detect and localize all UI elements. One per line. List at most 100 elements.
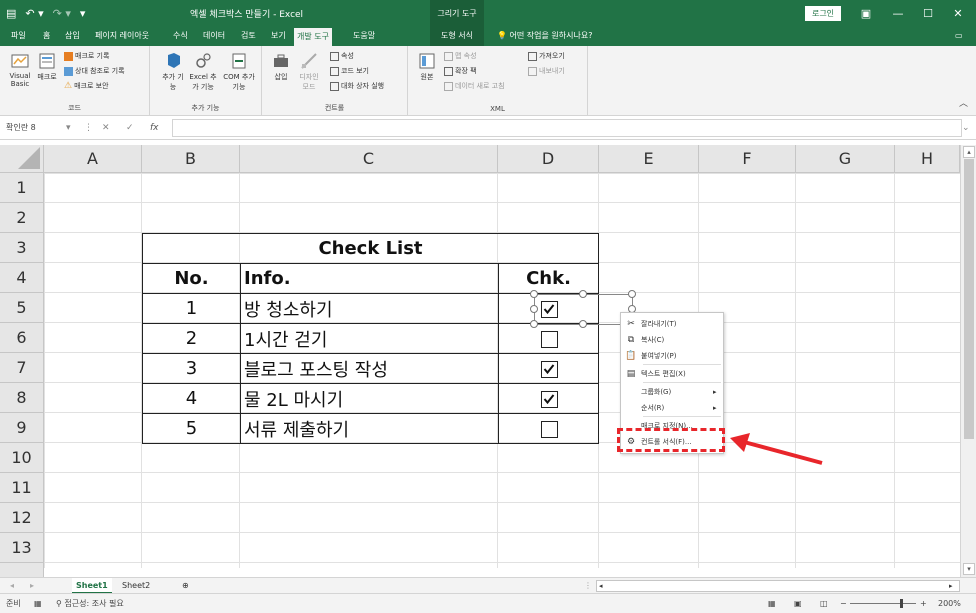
row-header-1[interactable]: 1 xyxy=(0,173,44,203)
row-header-14-partial[interactable] xyxy=(0,563,44,577)
refresh-data-button[interactable]: 데이터 새로 고침 xyxy=(444,81,505,91)
next-sheet-icon[interactable]: ▸ xyxy=(26,578,38,594)
record-macro-button[interactable]: 매크로 기록 xyxy=(64,51,109,61)
macro-record-icon[interactable]: ▦ xyxy=(34,594,42,613)
sheet-tab-2[interactable]: Sheet2 xyxy=(118,578,154,594)
column-header-c[interactable]: C xyxy=(240,145,498,173)
tab-home[interactable]: 홈 xyxy=(40,26,53,46)
xml-import-button[interactable]: 가져오기 xyxy=(528,51,565,61)
menu-item-cut[interactable]: ✂ 잘라내기(T) xyxy=(621,316,723,331)
row-header-13[interactable]: 13 xyxy=(0,533,44,563)
expand-formula-bar-icon[interactable]: ⌄ xyxy=(962,120,970,136)
run-dialog-button[interactable]: 대화 상자 실행 xyxy=(330,81,384,91)
tab-file[interactable]: 파일 xyxy=(8,26,29,46)
add-ins-button[interactable]: 추가 기능 xyxy=(160,52,186,92)
zoom-slider-track[interactable] xyxy=(850,603,916,604)
row-header-4[interactable]: 4 xyxy=(0,263,44,293)
redo-icon[interactable]: ↷ ▾ xyxy=(53,7,71,20)
horizontal-scrollbar[interactable]: ◂ ▸ xyxy=(596,580,960,592)
minimize-icon[interactable]: — xyxy=(884,0,912,26)
resize-handle-tl[interactable] xyxy=(530,290,538,298)
page-layout-view-icon[interactable]: ▣ xyxy=(794,594,802,613)
row-header-5[interactable]: 5 xyxy=(0,293,44,323)
row-header-3[interactable]: 3 xyxy=(0,233,44,263)
scroll-up-icon[interactable]: ▴ xyxy=(963,146,975,158)
prev-sheet-icon[interactable]: ◂ xyxy=(6,578,18,594)
relative-reference-button[interactable]: 상대 참조로 기록 xyxy=(64,66,125,76)
accessibility-status[interactable]: ⚲ 접근성: 조사 필요 xyxy=(56,594,124,613)
row-header-12[interactable]: 12 xyxy=(0,503,44,533)
scroll-down-icon[interactable]: ▾ xyxy=(963,563,975,575)
collapse-ribbon-icon[interactable]: ︿ xyxy=(959,96,968,109)
menu-item-edit-text[interactable]: ▤ 텍스트 편집(X) xyxy=(621,366,723,381)
formula-input[interactable] xyxy=(172,119,962,137)
scroll-left-icon[interactable]: ◂ xyxy=(599,582,607,590)
tell-me-search[interactable]: 💡 어떤 작업을 원하시나요? xyxy=(494,26,595,46)
com-add-ins-button[interactable]: COM 추가 기능 xyxy=(222,52,256,92)
name-box[interactable]: 확인란 8 xyxy=(4,120,64,136)
tab-shape-format[interactable]: 도형 서식 xyxy=(430,26,484,46)
column-header-b[interactable]: B xyxy=(142,145,240,173)
insert-control-button[interactable]: 삽입 xyxy=(270,52,292,82)
resize-handle-bl[interactable] xyxy=(530,320,538,328)
vertical-scroll-thumb[interactable] xyxy=(964,159,974,439)
select-all-button[interactable] xyxy=(0,145,44,173)
resize-handle-b[interactable] xyxy=(579,320,587,328)
row-header-10[interactable]: 10 xyxy=(0,443,44,473)
tab-split-handle[interactable]: ⋮ xyxy=(580,578,596,594)
resize-handle-t[interactable] xyxy=(579,290,587,298)
sheet-tab-1[interactable]: Sheet1 xyxy=(72,578,112,594)
insert-function-icon[interactable]: fx xyxy=(150,120,159,136)
tab-view[interactable]: 보기 xyxy=(268,26,289,46)
xml-export-button[interactable]: 내보내기 xyxy=(528,66,565,76)
enter-icon[interactable]: ✓ xyxy=(126,120,134,136)
resize-handle-tr[interactable] xyxy=(628,290,636,298)
row-header-9[interactable]: 9 xyxy=(0,413,44,443)
checkbox-5[interactable] xyxy=(541,421,558,438)
comments-icon[interactable]: ▭ xyxy=(952,26,966,46)
checkbox-2[interactable] xyxy=(541,331,558,348)
column-header-d[interactable]: D xyxy=(498,145,599,173)
close-icon[interactable]: ✕ xyxy=(944,0,972,26)
zoom-out-icon[interactable]: − xyxy=(840,594,847,613)
ribbon-display-icon[interactable]: ▣ xyxy=(852,0,880,26)
tab-data[interactable]: 데이터 xyxy=(200,26,228,46)
zoom-level[interactable]: 200% xyxy=(938,594,961,613)
tab-formulas[interactable]: 수식 xyxy=(170,26,191,46)
zoom-in-icon[interactable]: + xyxy=(920,594,927,613)
checkbox-1[interactable] xyxy=(541,301,558,318)
menu-item-order[interactable]: 순서(R) ▸ xyxy=(621,400,723,415)
checkbox-4[interactable] xyxy=(541,391,558,408)
scroll-right-icon[interactable]: ▸ xyxy=(949,582,957,590)
view-code-button[interactable]: 코드 보기 xyxy=(330,66,369,76)
menu-item-copy[interactable]: ⧉ 복사(C) xyxy=(621,332,723,347)
column-header-a[interactable]: A xyxy=(44,145,142,173)
column-header-h[interactable]: H xyxy=(895,145,960,173)
page-break-view-icon[interactable]: ◫ xyxy=(820,594,828,613)
row-header-2[interactable]: 2 xyxy=(0,203,44,233)
maximize-icon[interactable]: ☐ xyxy=(914,0,942,26)
tab-developer[interactable]: 개발 도구 xyxy=(294,28,332,46)
column-header-f[interactable]: F xyxy=(699,145,796,173)
row-header-6[interactable]: 6 xyxy=(0,323,44,353)
row-header-8[interactable]: 8 xyxy=(0,383,44,413)
undo-icon[interactable]: ↶ ▾ xyxy=(25,7,43,20)
design-mode-button[interactable]: 디자인 모드 xyxy=(296,52,322,92)
menu-item-group[interactable]: 그룹화(G) ▸ xyxy=(621,384,723,399)
row-header-7[interactable]: 7 xyxy=(0,353,44,383)
menu-item-paste[interactable]: 📋 붙여넣기(P) xyxy=(621,348,723,363)
xml-source-button[interactable]: 원본 xyxy=(416,52,438,82)
row-header-11[interactable]: 11 xyxy=(0,473,44,503)
login-button[interactable]: 로그인 xyxy=(805,6,841,21)
tab-insert[interactable]: 삽입 xyxy=(62,26,83,46)
vertical-scrollbar[interactable]: ▴ ▾ xyxy=(960,145,976,577)
visual-basic-button[interactable]: Visual Basic xyxy=(6,52,34,88)
properties-button[interactable]: 속성 xyxy=(330,51,354,61)
add-sheet-icon[interactable]: ⊕ xyxy=(178,578,193,594)
resize-handle-l[interactable] xyxy=(530,305,538,313)
save-icon[interactable]: ▤ xyxy=(6,7,16,20)
column-header-g[interactable]: G xyxy=(796,145,895,173)
tab-help[interactable]: 도움말 xyxy=(350,26,378,46)
normal-view-icon[interactable]: ▦ xyxy=(768,594,776,613)
cancel-icon[interactable]: ✕ xyxy=(102,120,110,136)
